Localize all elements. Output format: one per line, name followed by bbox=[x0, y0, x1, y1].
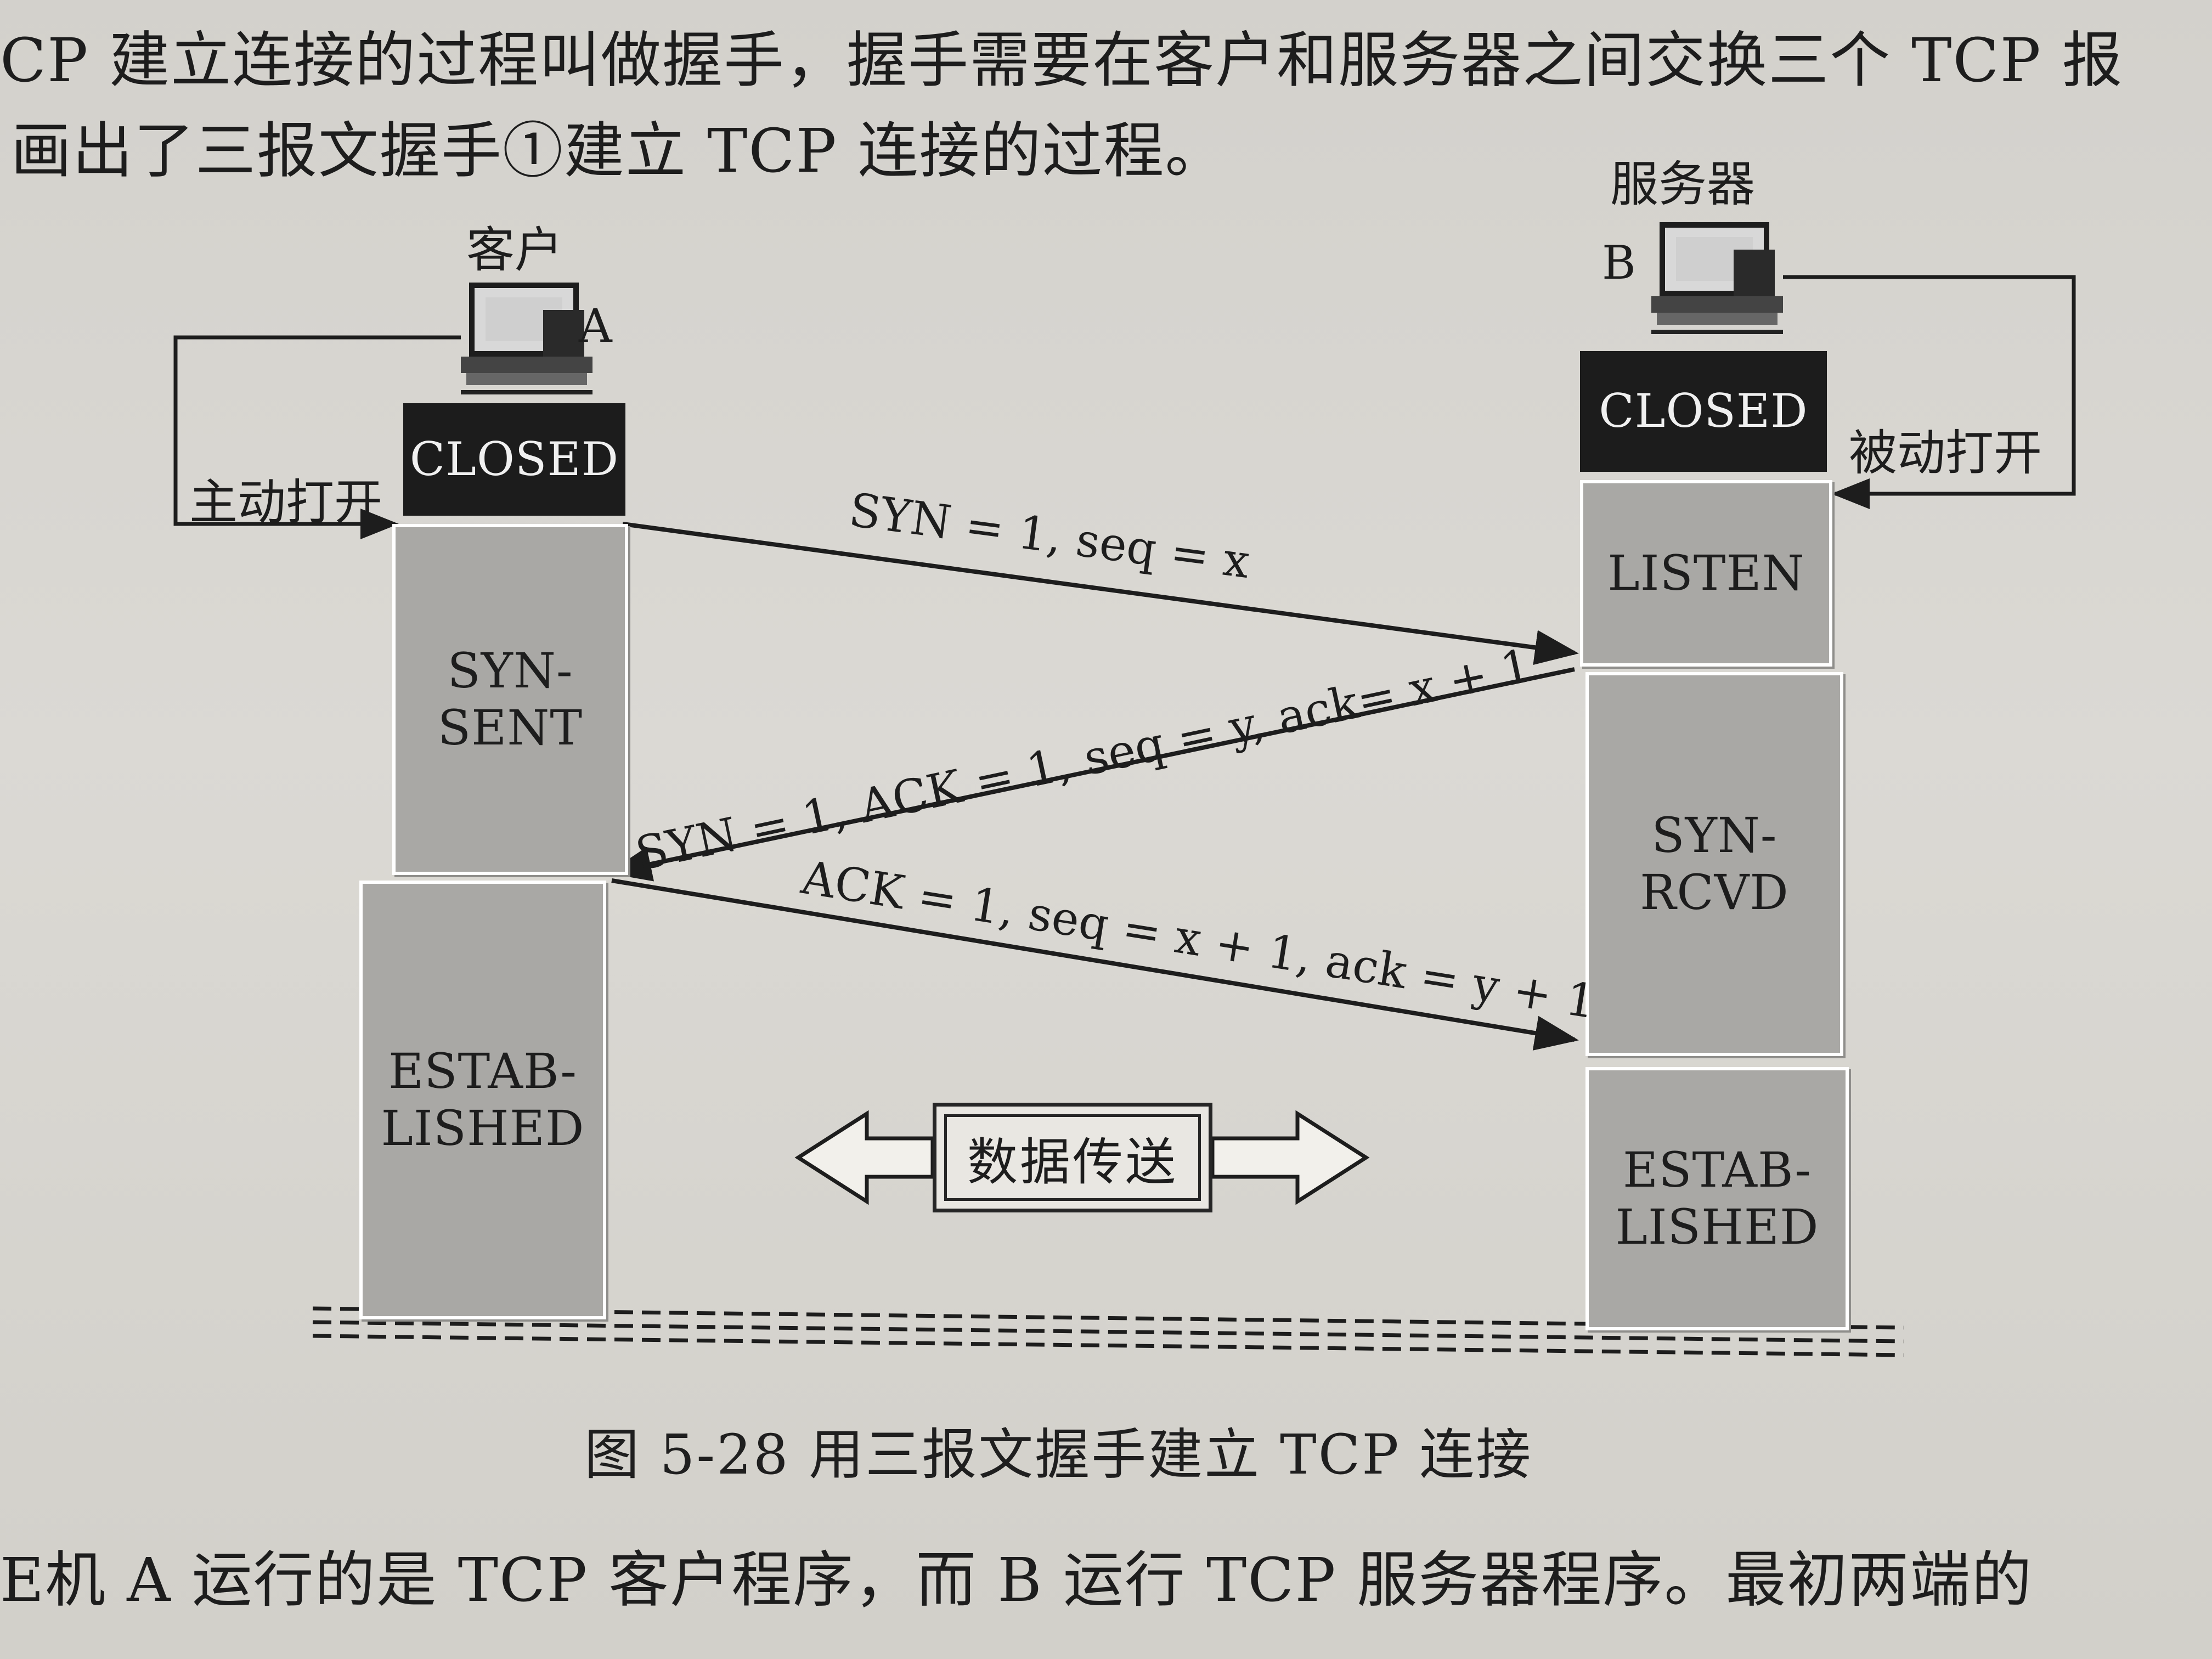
server-state-syn-rcvd: SYN- RCVD bbox=[1585, 672, 1843, 1056]
server-state-closed: CLOSED bbox=[1580, 351, 1827, 472]
client-state-established: ESTAB- LISHED bbox=[359, 881, 606, 1319]
server-letter: B bbox=[1602, 236, 1636, 290]
client-state-closed: CLOSED bbox=[403, 403, 625, 516]
computer-icon-client bbox=[461, 283, 592, 394]
figure-caption: 图 5-28 用三报文握手建立 TCP 连接 bbox=[584, 1423, 1533, 1487]
book-page: CP 建立连接的过程叫做握手，握手需要在客户和服务器之间交换三个 TCP 报 画… bbox=[0, 0, 2212, 1659]
client-letter: A bbox=[579, 299, 612, 353]
passive-open-label: 被动打开 bbox=[1849, 425, 2042, 481]
client-state-syn-sent: SYN- SENT bbox=[392, 524, 628, 875]
data-transfer-box: 数据传送 bbox=[933, 1103, 1212, 1212]
server-label: 服务器 bbox=[1610, 156, 1756, 212]
computer-icon-server bbox=[1651, 222, 1783, 334]
client-label: 客户 bbox=[466, 222, 563, 278]
active-open-label: 主动打开 bbox=[189, 474, 383, 531]
data-transfer-label: 数据传送 bbox=[967, 1132, 1178, 1192]
server-state-listen: LISTEN bbox=[1580, 480, 1832, 667]
server-state-established: ESTAB- LISHED bbox=[1585, 1067, 1849, 1330]
body-text-line-3: E机 A 运行的是 TCP 客户程序，而 B 运行 TCP 服务器程序。最初两端… bbox=[0, 1545, 2033, 1615]
